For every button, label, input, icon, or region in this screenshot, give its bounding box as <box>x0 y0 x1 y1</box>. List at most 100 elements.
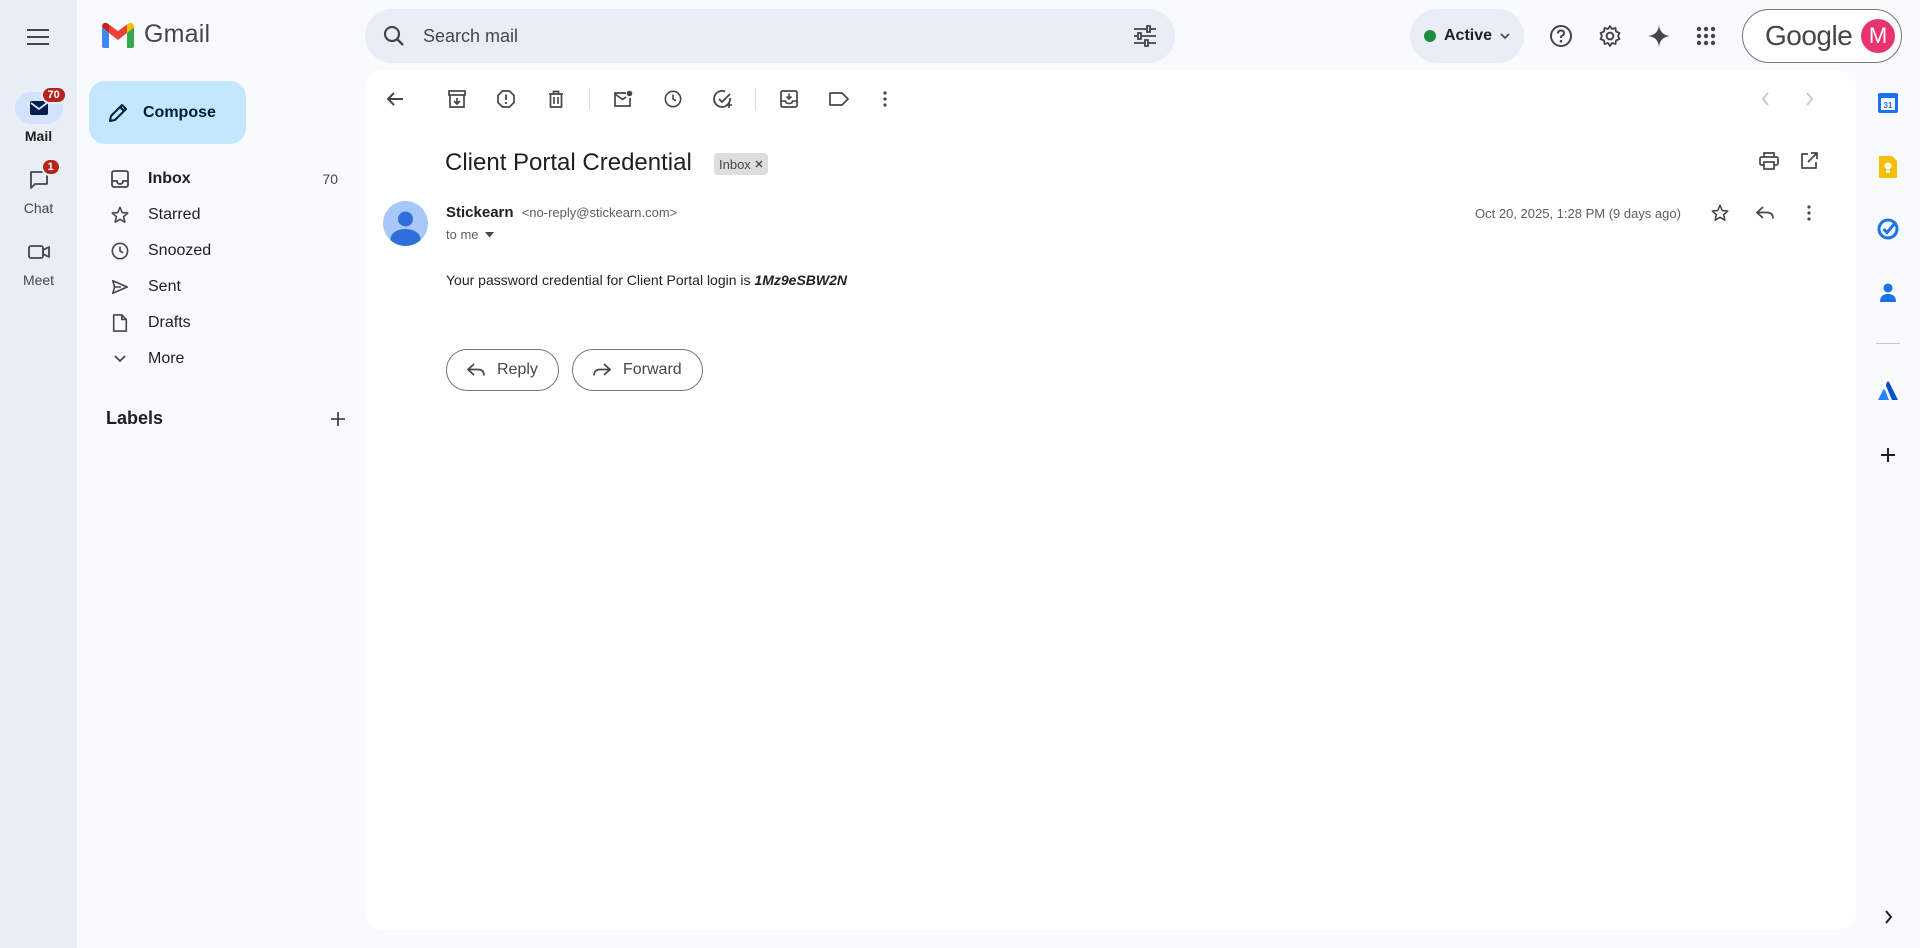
rail-item-mail[interactable]: 70 Mail <box>0 86 77 144</box>
reply-label: Reply <box>497 361 538 378</box>
open-in-new-icon <box>1801 152 1818 169</box>
gemini-button[interactable] <box>1639 16 1679 56</box>
sender-name[interactable]: Stickearn <box>446 204 514 221</box>
support-button[interactable] <box>1541 16 1581 56</box>
rail-label-mail: Mail <box>24 128 53 144</box>
plus-icon <box>1881 448 1895 462</box>
delete-button[interactable] <box>538 81 574 117</box>
back-button[interactable] <box>377 81 413 117</box>
svg-text:31: 31 <box>1884 101 1893 110</box>
snooze-button[interactable] <box>655 81 691 117</box>
search-options-icon[interactable] <box>1133 25 1157 47</box>
nav-item-starred[interactable]: Starred <box>88 197 358 233</box>
mail-badge: 70 <box>40 86 67 104</box>
older-button[interactable] <box>1791 81 1827 117</box>
calendar-app-button[interactable]: 31 <box>1872 87 1904 119</box>
nav-item-sent[interactable]: Sent <box>88 269 358 305</box>
status-button[interactable]: Active <box>1410 9 1524 63</box>
rail-item-chat[interactable]: 1 Chat <box>0 158 77 216</box>
recipient-details[interactable]: to me <box>446 227 494 242</box>
labels-header: Labels <box>106 408 346 429</box>
chevron-down-icon <box>1500 32 1510 39</box>
nav-label-sent: Sent <box>148 278 181 295</box>
settings-button[interactable] <box>1590 16 1630 56</box>
star-icon <box>1711 204 1729 221</box>
open-in-new-window-button[interactable] <box>1791 143 1827 179</box>
side-panel-divider <box>1876 343 1900 344</box>
search-input[interactable] <box>423 25 1133 47</box>
mark-unread-button[interactable] <box>605 81 641 117</box>
archive-icon <box>448 90 466 108</box>
nav-item-inbox[interactable]: Inbox 70 <box>88 161 358 197</box>
left-rail: 70 Mail 1 Chat Meet <box>0 0 77 948</box>
label-chip-text: Inbox <box>719 156 751 172</box>
chat-badge: 1 <box>40 158 61 176</box>
get-addons-button[interactable] <box>1872 439 1904 471</box>
google-apps-button[interactable] <box>1686 16 1726 56</box>
chevron-right-icon <box>1805 92 1813 106</box>
tasks-app-button[interactable] <box>1872 213 1904 245</box>
nav-item-more[interactable]: More <box>88 341 358 377</box>
star-button[interactable] <box>1702 195 1738 231</box>
label-icon <box>829 92 849 106</box>
reply-icon <box>1756 206 1774 219</box>
folder-nav: Inbox 70 Starred Snoozed Sent Drafts Mor… <box>88 161 358 377</box>
status-dot <box>1424 30 1436 42</box>
move-to-icon <box>780 90 798 108</box>
addon-app-button[interactable] <box>1872 375 1904 407</box>
search-icon[interactable] <box>383 25 405 47</box>
labels-title: Labels <box>106 408 164 428</box>
arrow-back-icon <box>386 92 403 106</box>
search-bar <box>365 9 1175 63</box>
forward-label: Forward <box>623 361 682 378</box>
nav-label-starred: Starred <box>148 206 201 223</box>
inbox-count: 70 <box>322 171 338 187</box>
toolbar-divider <box>589 88 590 110</box>
gear-icon <box>1599 25 1621 47</box>
move-to-button[interactable] <box>771 81 807 117</box>
plus-icon[interactable] <box>330 411 346 427</box>
labels-button[interactable] <box>821 81 857 117</box>
more-vert-icon <box>883 91 887 107</box>
pencil-icon <box>109 103 127 122</box>
dropdown-arrow-icon <box>484 231 494 237</box>
add-to-tasks-button[interactable] <box>705 81 741 117</box>
nav-item-drafts[interactable]: Drafts <box>88 305 358 341</box>
video-camera-icon <box>27 245 50 259</box>
chevron-down-icon <box>114 355 126 363</box>
newer-button[interactable] <box>1747 81 1783 117</box>
more-options-button[interactable] <box>867 81 903 117</box>
forward-button[interactable]: Forward <box>572 349 703 391</box>
rail-item-meet[interactable]: Meet <box>0 236 77 288</box>
compose-button[interactable]: Compose <box>89 81 246 144</box>
nav-label-inbox: Inbox <box>148 170 191 187</box>
contacts-icon <box>1880 283 1896 302</box>
keep-app-button[interactable] <box>1872 151 1904 183</box>
nav-label-snoozed: Snoozed <box>148 242 212 259</box>
reply-button[interactable]: Reply <box>446 349 559 391</box>
sparkle-icon <box>1648 25 1670 47</box>
toolbar-divider <box>755 88 756 110</box>
show-side-panel-button[interactable] <box>1872 901 1904 933</box>
print-all-button[interactable] <box>1751 143 1787 179</box>
nav-item-snoozed[interactable]: Snoozed <box>88 233 358 269</box>
archive-button[interactable] <box>439 81 475 117</box>
app-name: Gmail <box>144 20 211 48</box>
chevron-left-icon <box>1761 92 1769 106</box>
main-menu-button[interactable] <box>18 17 58 57</box>
inbox-label-chip: Inbox <box>714 153 768 175</box>
sender-avatar <box>383 201 428 246</box>
close-icon[interactable] <box>755 160 763 168</box>
reply-icon-button[interactable] <box>1747 195 1783 231</box>
report-spam-button[interactable] <box>488 81 524 117</box>
contacts-app-button[interactable] <box>1872 276 1904 308</box>
spam-icon <box>497 90 515 108</box>
print-icon <box>1759 152 1779 170</box>
to-recipient: to me <box>446 227 479 242</box>
account-button[interactable]: Google M <box>1742 9 1902 63</box>
star-icon <box>111 206 129 223</box>
gmail-logo[interactable]: Gmail <box>100 20 210 49</box>
status-label: Active <box>1444 27 1493 44</box>
message-more-button[interactable] <box>1791 195 1827 231</box>
nav-label-drafts: Drafts <box>148 314 191 331</box>
